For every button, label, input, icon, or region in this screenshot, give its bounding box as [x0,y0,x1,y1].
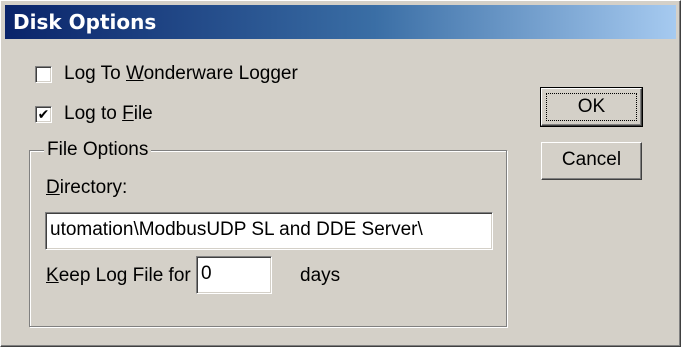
directory-input[interactable]: utomation\ModbusUDP SL and DDE Server\ [45,212,493,250]
cancel-button[interactable]: Cancel [541,142,642,180]
log-to-logger-checkbox[interactable] [35,65,52,83]
keep-days-input[interactable]: 0 [196,256,272,294]
ok-button[interactable]: OK [540,87,643,127]
ok-button-label: OK [546,93,637,121]
log-to-file-checkbox[interactable]: ✔ [35,105,52,123]
log-to-file-option[interactable]: ✔ Log to File [35,102,153,126]
file-options-group: File Options Directory: utomation\Modbus… [29,138,507,327]
log-to-logger-label-pre: Log To [64,63,126,84]
directory-label-post: irectory: [59,177,128,198]
file-options-legend: File Options [44,138,152,162]
log-to-logger-label-post: onderware Logger [143,63,298,84]
checkmark-icon: ✔ [37,105,50,122]
log-to-file-label-accel: F [122,103,134,124]
directory-label-accel: D [46,177,60,198]
keep-log-label-accel: K [46,265,59,286]
directory-label: Directory: [46,177,127,199]
log-to-file-label-pre: Log to [64,103,123,124]
title-bar[interactable]: Disk Options [5,5,676,39]
log-to-logger-label-accel: W [125,63,144,84]
keep-log-label: Keep Log File for [46,265,191,287]
disk-options-dialog: Disk Options Log To Wonderware Logger ✔ … [0,0,681,347]
log-to-file-label-post: ile [133,103,153,124]
dialog-title: Disk Options [13,10,157,34]
log-to-file-label[interactable]: Log to File [64,103,153,125]
keep-log-label-post: eep Log File for [58,265,191,286]
log-to-logger-label[interactable]: Log To Wonderware Logger [64,63,298,85]
log-to-logger-check-mark [36,66,51,81]
days-label: days [300,265,341,286]
log-to-logger-option[interactable]: Log To Wonderware Logger [35,62,298,86]
